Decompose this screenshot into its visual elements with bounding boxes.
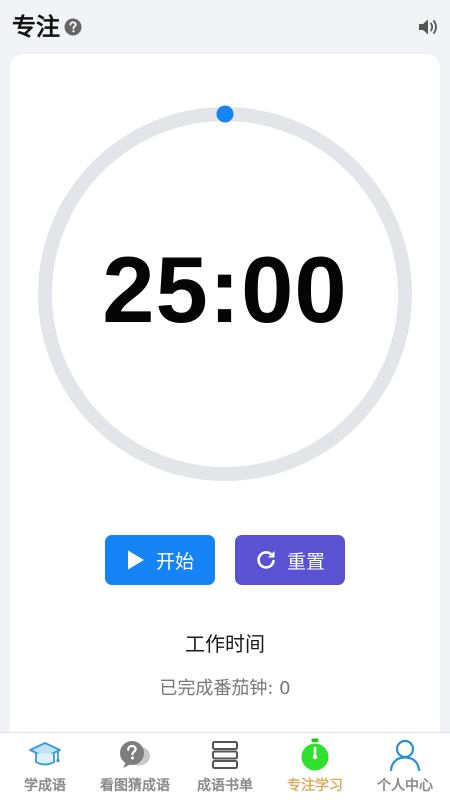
mode-label: 工作时间 xyxy=(185,632,265,656)
tab-learn-idioms[interactable]: 学成语 xyxy=(0,733,90,800)
completed-count: 已完成番茄钟: 0 xyxy=(159,678,291,699)
tab-focus-study[interactable]: 专注学习 xyxy=(270,733,360,800)
focus-card: 25:00 开始 重置 工作时间 已完成番茄钟: 0 xyxy=(10,54,440,744)
header: 专注 xyxy=(0,0,450,54)
tab-guess-idioms[interactable]: 看图猜成语 xyxy=(90,733,180,800)
speaker-icon[interactable] xyxy=(418,17,440,37)
play-icon xyxy=(127,550,144,570)
timer-display: 25:00 xyxy=(102,237,348,342)
stopwatch-icon xyxy=(301,738,329,771)
timer-progress-indicator xyxy=(216,105,234,123)
question-circle-icon[interactable] xyxy=(64,18,82,36)
tab-label: 专注学习 xyxy=(287,778,343,794)
graduation-cap-icon xyxy=(29,742,61,766)
tab-profile[interactable]: 个人中心 xyxy=(360,733,450,800)
tab-label: 成语书单 xyxy=(197,778,253,794)
book-stack-icon xyxy=(212,741,238,769)
tab-label: 个人中心 xyxy=(377,778,433,794)
tab-idiom-booklist[interactable]: 成语书单 xyxy=(180,733,270,800)
page-title: 专注 xyxy=(12,13,60,41)
question-bubble-icon xyxy=(120,741,150,768)
reset-button-label: 重置 xyxy=(286,550,325,573)
reset-button[interactable]: 重置 xyxy=(235,535,345,585)
start-button-label: 开始 xyxy=(155,550,194,573)
bottom-tab-bar: 学成语 看图猜成语 成语书单 专注学习 个人中心 xyxy=(0,732,450,800)
tab-label: 看图猜成语 xyxy=(100,778,170,794)
user-icon xyxy=(389,739,421,772)
tab-label: 学成语 xyxy=(24,778,66,794)
start-button[interactable]: 开始 xyxy=(105,535,215,585)
refresh-icon xyxy=(257,551,275,569)
